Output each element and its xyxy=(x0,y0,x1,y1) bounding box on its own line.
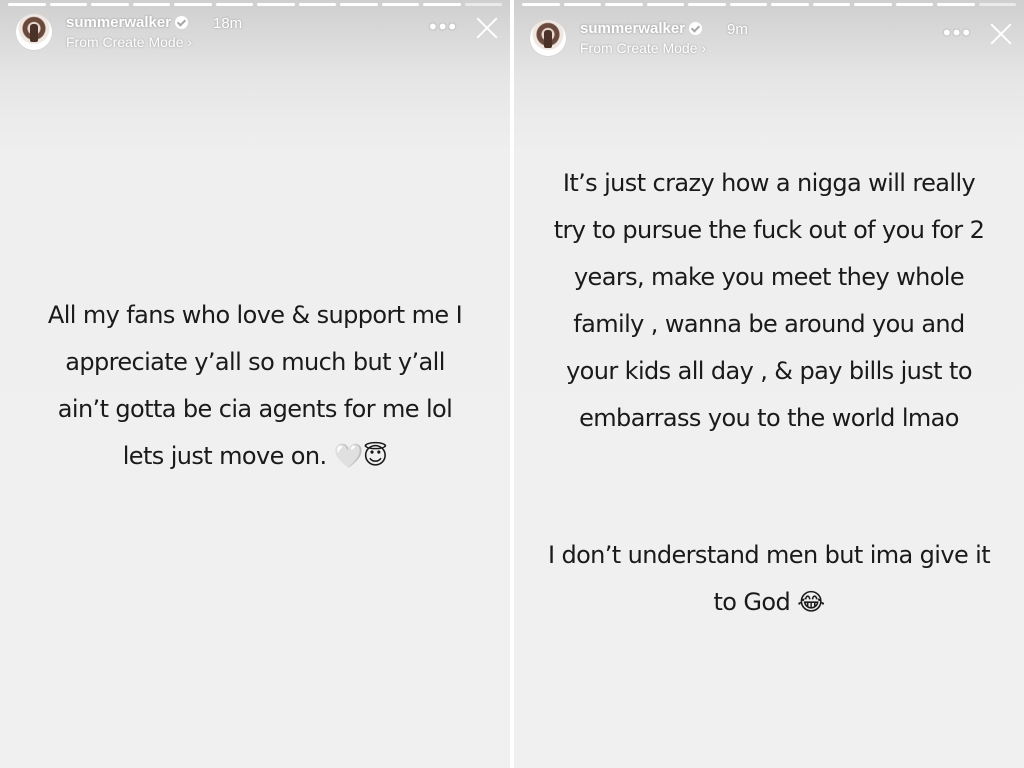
story-right[interactable]: summerwalker 9m From Create Mode › ••• I… xyxy=(514,0,1024,768)
story-text-line: ain’t gotta be cia agents for me lol xyxy=(57,395,453,423)
username-row[interactable]: summerwalker xyxy=(580,20,703,37)
story-text-line: I don’t understand men but ima give it xyxy=(547,541,991,569)
stories-composite: summerwalker 18m From Create Mode › ••• … xyxy=(0,0,1024,768)
story-text-line: embarrass you to the world lmao xyxy=(579,404,959,432)
progress-segment xyxy=(8,3,46,6)
story-text-line-text: lets just move on. xyxy=(122,442,327,470)
progress-segment xyxy=(215,3,253,6)
progress-segment xyxy=(381,3,419,6)
progress-segment xyxy=(978,3,1016,6)
timestamp: 18m xyxy=(213,15,243,32)
create-mode-link[interactable]: From Create Mode › xyxy=(66,34,192,50)
close-icon[interactable] xyxy=(985,18,1017,50)
progress-segment xyxy=(605,3,643,6)
progress-segment xyxy=(563,3,601,6)
story-text-line: family , wanna be around you and xyxy=(573,310,965,338)
angel-face-icon: 😇 xyxy=(362,442,388,470)
verified-badge-icon xyxy=(689,22,703,35)
story-text-line: It’s just crazy how a nigga will really xyxy=(562,169,976,197)
laughing-tears-icon: 😂 xyxy=(797,588,825,616)
username[interactable]: summerwalker xyxy=(580,20,685,37)
username-row[interactable]: summerwalker xyxy=(66,14,189,31)
progress-segment xyxy=(771,3,809,6)
story-text-line: lets just move on. 🤍😇 xyxy=(20,433,490,480)
white-heart-icon: 🤍 xyxy=(333,442,364,470)
more-icon[interactable]: ••• xyxy=(943,22,972,44)
progress-segment xyxy=(729,3,767,6)
story-text-line: appreciate y’all so much but y’all xyxy=(65,348,445,376)
avatar[interactable] xyxy=(530,20,566,56)
story-progress-bar xyxy=(522,3,1016,6)
story-text: All my fans who love & support me I appr… xyxy=(20,292,490,480)
timestamp: 9m xyxy=(727,21,748,38)
story-text: It’s just crazy how a nigga will really … xyxy=(534,160,1004,442)
progress-segment xyxy=(854,3,892,6)
story-text-line: try to pursue the fuck out of you for 2 xyxy=(553,216,985,244)
avatar-figure xyxy=(30,24,38,42)
progress-segment xyxy=(937,3,975,6)
story-progress-bar xyxy=(8,3,502,6)
create-mode-link[interactable]: From Create Mode › xyxy=(580,40,706,56)
progress-segment xyxy=(688,3,726,6)
story-text-line: your kids all day , & pay bills just to xyxy=(566,357,972,385)
progress-segment xyxy=(522,3,560,6)
verified-badge-icon xyxy=(175,16,189,29)
progress-segment xyxy=(464,3,502,6)
progress-segment xyxy=(812,3,850,6)
story-left[interactable]: summerwalker 18m From Create Mode › ••• … xyxy=(0,0,510,768)
progress-segment xyxy=(132,3,170,6)
progress-segment xyxy=(91,3,129,6)
progress-segment xyxy=(423,3,461,6)
story-text-line: years, make you meet they whole xyxy=(573,263,965,291)
story-header: summerwalker 18m From Create Mode › ••• xyxy=(16,14,500,58)
progress-segment xyxy=(174,3,212,6)
progress-segment xyxy=(49,3,87,6)
progress-segment xyxy=(340,3,378,6)
avatar[interactable] xyxy=(16,14,52,50)
username[interactable]: summerwalker xyxy=(66,14,171,31)
more-icon[interactable]: ••• xyxy=(429,16,458,38)
story-text-second: I don’t understand men but ima give it t… xyxy=(534,532,1004,626)
progress-segment xyxy=(298,3,336,6)
story-header: summerwalker 9m From Create Mode › ••• xyxy=(530,20,1014,64)
story-text-line-text: to God xyxy=(713,588,791,616)
progress-segment xyxy=(895,3,933,6)
progress-segment xyxy=(646,3,684,6)
progress-segment xyxy=(257,3,295,6)
story-text-line: to God 😂 xyxy=(534,579,1004,626)
close-icon[interactable] xyxy=(471,12,503,44)
story-text-line: All my fans who love & support me I xyxy=(47,301,463,329)
avatar-figure xyxy=(544,30,552,48)
